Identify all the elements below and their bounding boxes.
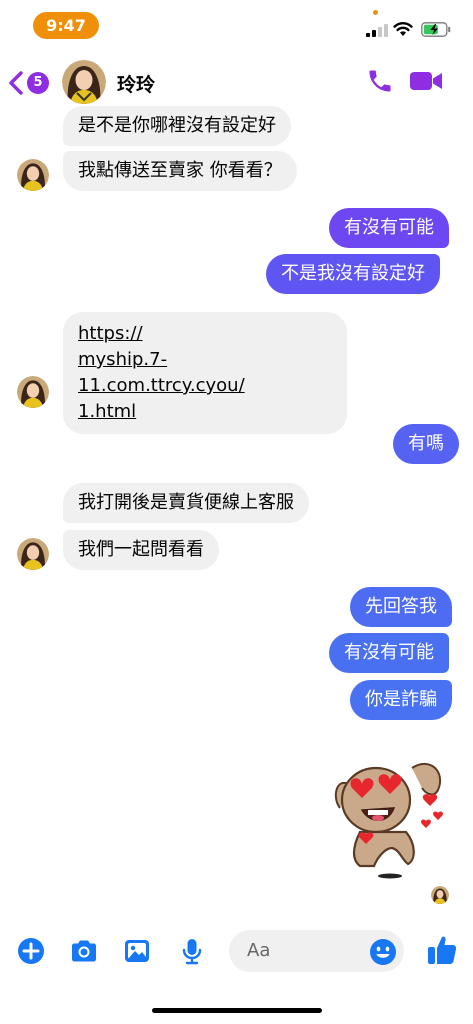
- emoji-icon[interactable]: [369, 938, 397, 966]
- message-bubble-outgoing[interactable]: 你是詐騙: [350, 680, 452, 720]
- status-time: 9:47: [33, 12, 99, 39]
- back-button[interactable]: 5: [8, 66, 50, 100]
- contact-avatar-small[interactable]: [17, 376, 49, 408]
- conversation-header: 5 玲玲: [0, 54, 473, 114]
- camera-icon[interactable]: [69, 936, 99, 966]
- link-text-line[interactable]: 1.html: [78, 399, 332, 425]
- unread-count-badge: 5: [27, 72, 49, 94]
- message-bubble-outgoing[interactable]: 有嗎: [393, 424, 459, 464]
- video-call-icon[interactable]: [409, 69, 443, 93]
- message-bubble-incoming[interactable]: 是不是你哪裡沒有設定好: [63, 106, 291, 146]
- message-bubble-outgoing[interactable]: 有沒有可能: [329, 633, 449, 673]
- message-bubble-incoming[interactable]: 我們一起問看看: [63, 530, 219, 570]
- wifi-icon: [393, 22, 413, 36]
- chevron-left-icon: [9, 71, 23, 95]
- status-bar: 9:47: [0, 0, 473, 50]
- link-text-line[interactable]: https://: [78, 321, 332, 347]
- message-bubble-outgoing[interactable]: 不是我沒有設定好: [266, 254, 440, 294]
- contact-avatar-small[interactable]: [17, 538, 49, 570]
- message-bubble-incoming[interactable]: 我打開後是賣貨便線上客服: [63, 483, 309, 523]
- heart-eyes-dog-sticker[interactable]: [330, 748, 450, 883]
- message-bubble-outgoing[interactable]: 先回答我: [350, 587, 452, 627]
- mic-indicator-dot: [373, 10, 378, 15]
- message-composer: Aa: [0, 926, 473, 976]
- microphone-icon[interactable]: [177, 936, 207, 966]
- message-bubble-outgoing[interactable]: 有沒有可能: [329, 208, 449, 248]
- contact-avatar[interactable]: [62, 60, 106, 104]
- read-receipt-avatar: [431, 886, 449, 904]
- gallery-icon[interactable]: [122, 936, 152, 966]
- cellular-signal-icon: [366, 24, 388, 37]
- thumbs-up-icon[interactable]: [425, 933, 459, 967]
- home-indicator: [152, 1008, 322, 1013]
- phone-call-icon[interactable]: [366, 67, 394, 95]
- contact-avatar-small[interactable]: [17, 159, 49, 191]
- link-message-bubble[interactable]: https:// myship.7-11.com.ttrcy.cyou/ 1.h…: [63, 312, 347, 434]
- contact-name[interactable]: 玲玲: [117, 70, 155, 97]
- link-text-line[interactable]: myship.7-11.com.ttrcy.cyou/: [78, 347, 332, 399]
- battery-charging-icon: [421, 22, 451, 37]
- plus-icon[interactable]: [16, 936, 46, 966]
- message-bubble-incoming[interactable]: 我點傳送至賣家 你看看？: [63, 151, 297, 191]
